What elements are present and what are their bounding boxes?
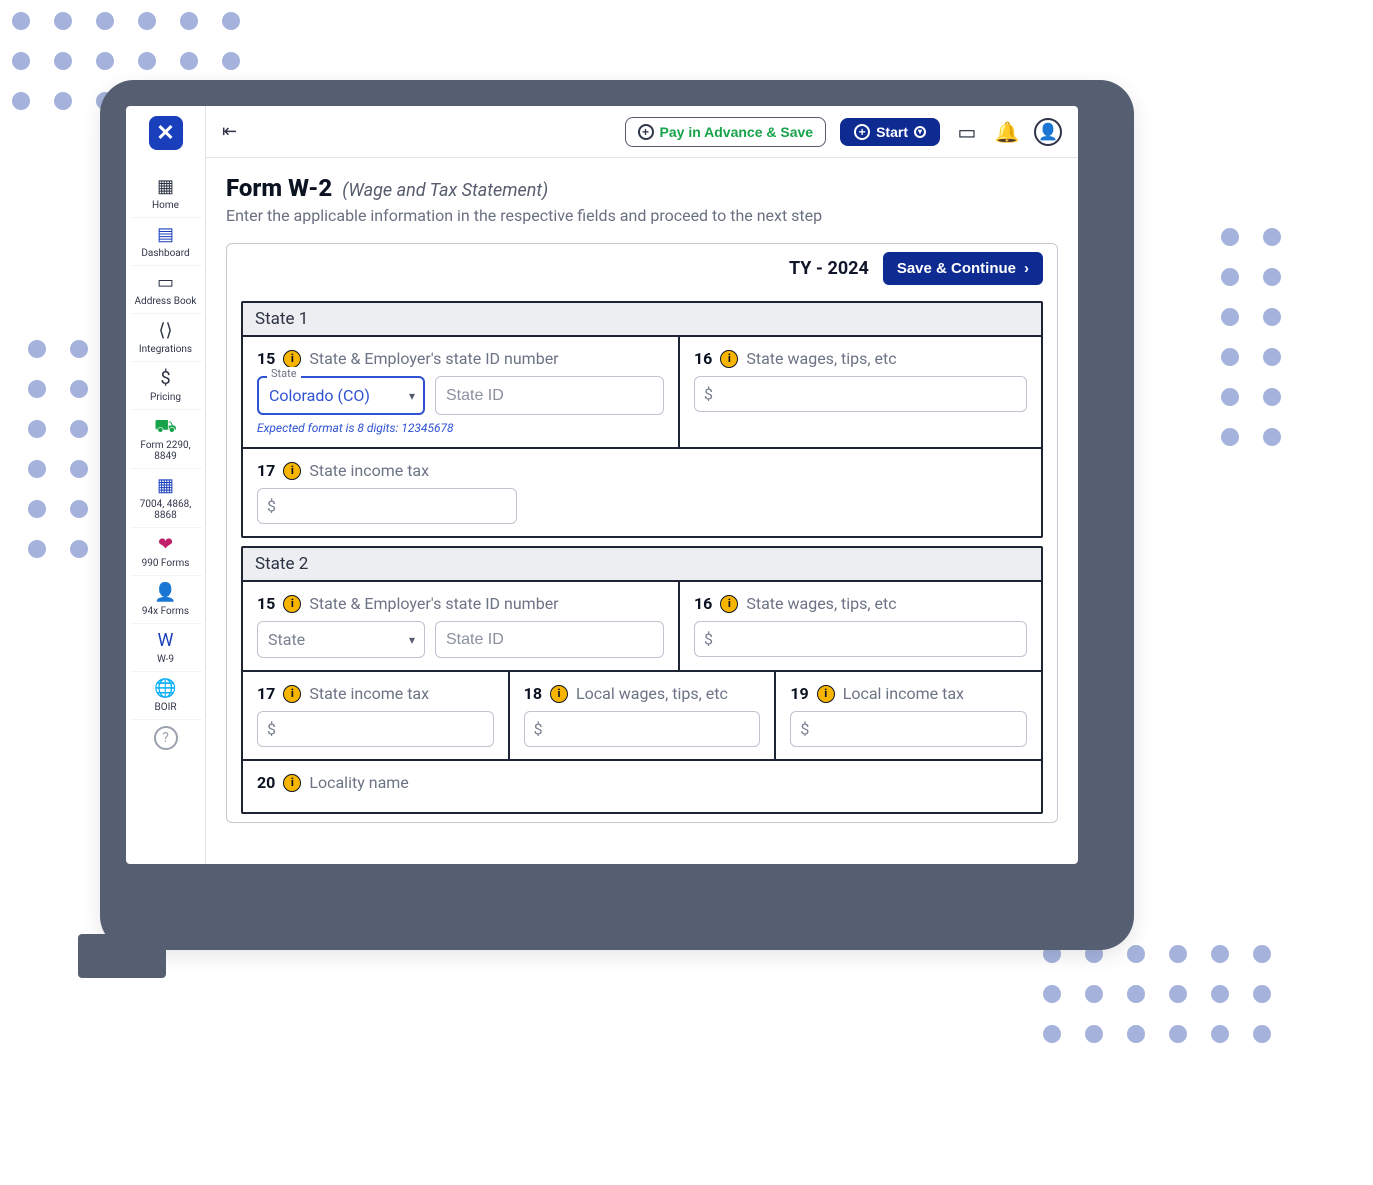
person-icon: 👤 [132,582,200,604]
nav-w9[interactable]: WW-9 [130,624,202,672]
nav-home[interactable]: ▦Home [130,170,202,218]
collapse-sidebar-icon[interactable]: ⇤ [222,121,237,142]
grid-icon: ▦ [132,176,200,198]
dollar-icon: $ [267,497,276,516]
nav-990[interactable]: ❤990 Forms [130,528,202,576]
nav-94x[interactable]: 👤94x Forms [130,576,202,624]
state1-section: State 1 15iState & Employer's state ID n… [241,301,1043,538]
s2-local-wages-input[interactable] [524,711,761,747]
info-icon[interactable]: i [720,595,738,613]
dashboard-icon: ▤ [132,224,200,246]
page-title: Form W-2 (Wage and Tax Statement) [226,174,1058,202]
app-logo[interactable]: ✕ [149,116,183,150]
dollar-icon: $ [704,385,713,404]
state2-section: State 2 15iState & Employer's state ID n… [241,546,1043,814]
sidebar: ✕ ▦Home ▤Dashboard ▭Address Book ⟨⟩Integ… [126,106,206,864]
dollar-icon: $ [267,720,276,739]
dollar-icon: $ [800,720,809,739]
device-frame: ✕ ▦Home ▤Dashboard ▭Address Book ⟨⟩Integ… [100,80,1134,950]
info-icon[interactable]: i [283,685,301,703]
s2-state-select[interactable]: State ▾ [257,621,425,658]
s1-state-value: Colorado (CO) [257,376,425,415]
info-icon[interactable]: i [720,350,738,368]
field-19-label: 19iLocal income tax [790,684,1027,703]
nav-extensions[interactable]: ▦7004, 4868, 8868 [130,469,202,528]
s2-state-wages-input[interactable] [694,621,1027,657]
info-icon[interactable]: i [283,350,301,368]
heart-icon: ❤ [132,534,200,556]
plus-circle-icon: + [638,124,654,140]
s2-state-placeholder: State [257,621,425,658]
info-icon[interactable]: i [550,685,568,703]
s1-state-tax-input[interactable] [257,488,517,524]
state2-header: State 2 [243,548,1041,582]
decor-dots [28,340,90,558]
topbar: ⇤ + Pay in Advance & Save + Start ▾ ▭ 🔔 … [206,106,1078,158]
s2-state-id-input[interactable] [435,621,664,658]
chevron-down-icon: ▾ [914,126,926,138]
main-area: ⇤ + Pay in Advance & Save + Start ▾ ▭ 🔔 … [206,106,1078,864]
save-continue-button[interactable]: Save & Continue › [883,252,1043,285]
decor-dots [1043,945,1273,1043]
s2-state-tax-input[interactable] [257,711,494,747]
nav-form-2290[interactable]: ⛟Form 2290, 8849 [130,410,202,469]
s1-state-select[interactable]: State Colorado (CO) ▾ [257,376,425,415]
field-15-label: 15iState & Employer's state ID number [257,594,664,613]
field-17-label: 17iState income tax [257,684,494,703]
truck-icon: ⛟ [132,416,200,438]
bell-icon[interactable]: 🔔 [994,120,1020,144]
dollar-icon: $ [132,368,200,390]
help-icon[interactable]: ? [154,726,178,750]
pay-advance-label: Pay in Advance & Save [660,124,814,140]
plus-circle-icon: + [854,124,870,140]
field-15-label: 15iState & Employer's state ID number [257,349,664,368]
code-icon: ⟨⟩ [132,320,200,342]
info-icon[interactable]: i [817,685,835,703]
s1-format-hint: Expected format is 8 digits: 12345678 [257,421,664,435]
info-icon[interactable]: i [283,595,301,613]
nav-integrations[interactable]: ⟨⟩Integrations [130,314,202,362]
tax-year-badge: TY - 2024 [789,258,869,279]
state1-header: State 1 [243,303,1041,337]
chevron-down-icon: ▾ [409,389,415,403]
calendar-icon: ▦ [132,475,200,497]
chevron-down-icon: ▾ [409,633,415,647]
field-16-label: 16iState wages, tips, etc [694,594,1027,613]
nav-boir[interactable]: 🌐BOIR [130,672,202,720]
info-icon[interactable]: i [283,462,301,480]
s1-state-id-input[interactable] [435,376,664,415]
app-window: ✕ ▦Home ▤Dashboard ▭Address Book ⟨⟩Integ… [126,106,1078,864]
w9-icon: W [132,630,200,652]
field-16-label: 16iState wages, tips, etc [694,349,1027,368]
pay-advance-button[interactable]: + Pay in Advance & Save [625,117,827,147]
nav-address-book[interactable]: ▭Address Book [130,266,202,314]
chevron-right-icon: › [1024,260,1029,277]
field-17-label: 17iState income tax [257,461,1027,480]
start-label: Start [876,124,908,140]
account-avatar[interactable]: 👤 [1034,118,1062,146]
dollar-icon: $ [704,630,713,649]
dollar-icon: $ [534,720,543,739]
field-18-label: 18iLocal wages, tips, etc [524,684,761,703]
info-icon[interactable]: i [283,774,301,792]
s1-state-wages-input[interactable] [694,376,1027,412]
page-content: Form W-2 (Wage and Tax Statement) Enter … [206,158,1078,864]
globe-icon: 🌐 [132,678,200,700]
form-card: TY - 2024 Save & Continue › State 1 15iS… [226,243,1058,823]
page-subtitle: (Wage and Tax Statement) [342,180,548,201]
nav-pricing[interactable]: $Pricing [130,362,202,410]
nav-dashboard[interactable]: ▤Dashboard [130,218,202,266]
book-icon: ▭ [132,272,200,294]
decor-dots [1221,228,1283,446]
page-description: Enter the applicable information in the … [226,206,1058,225]
s2-local-tax-input[interactable] [790,711,1027,747]
field-20-label: 20iLocality name [257,773,1027,792]
start-button[interactable]: + Start ▾ [840,118,940,146]
id-card-icon[interactable]: ▭ [954,120,980,144]
